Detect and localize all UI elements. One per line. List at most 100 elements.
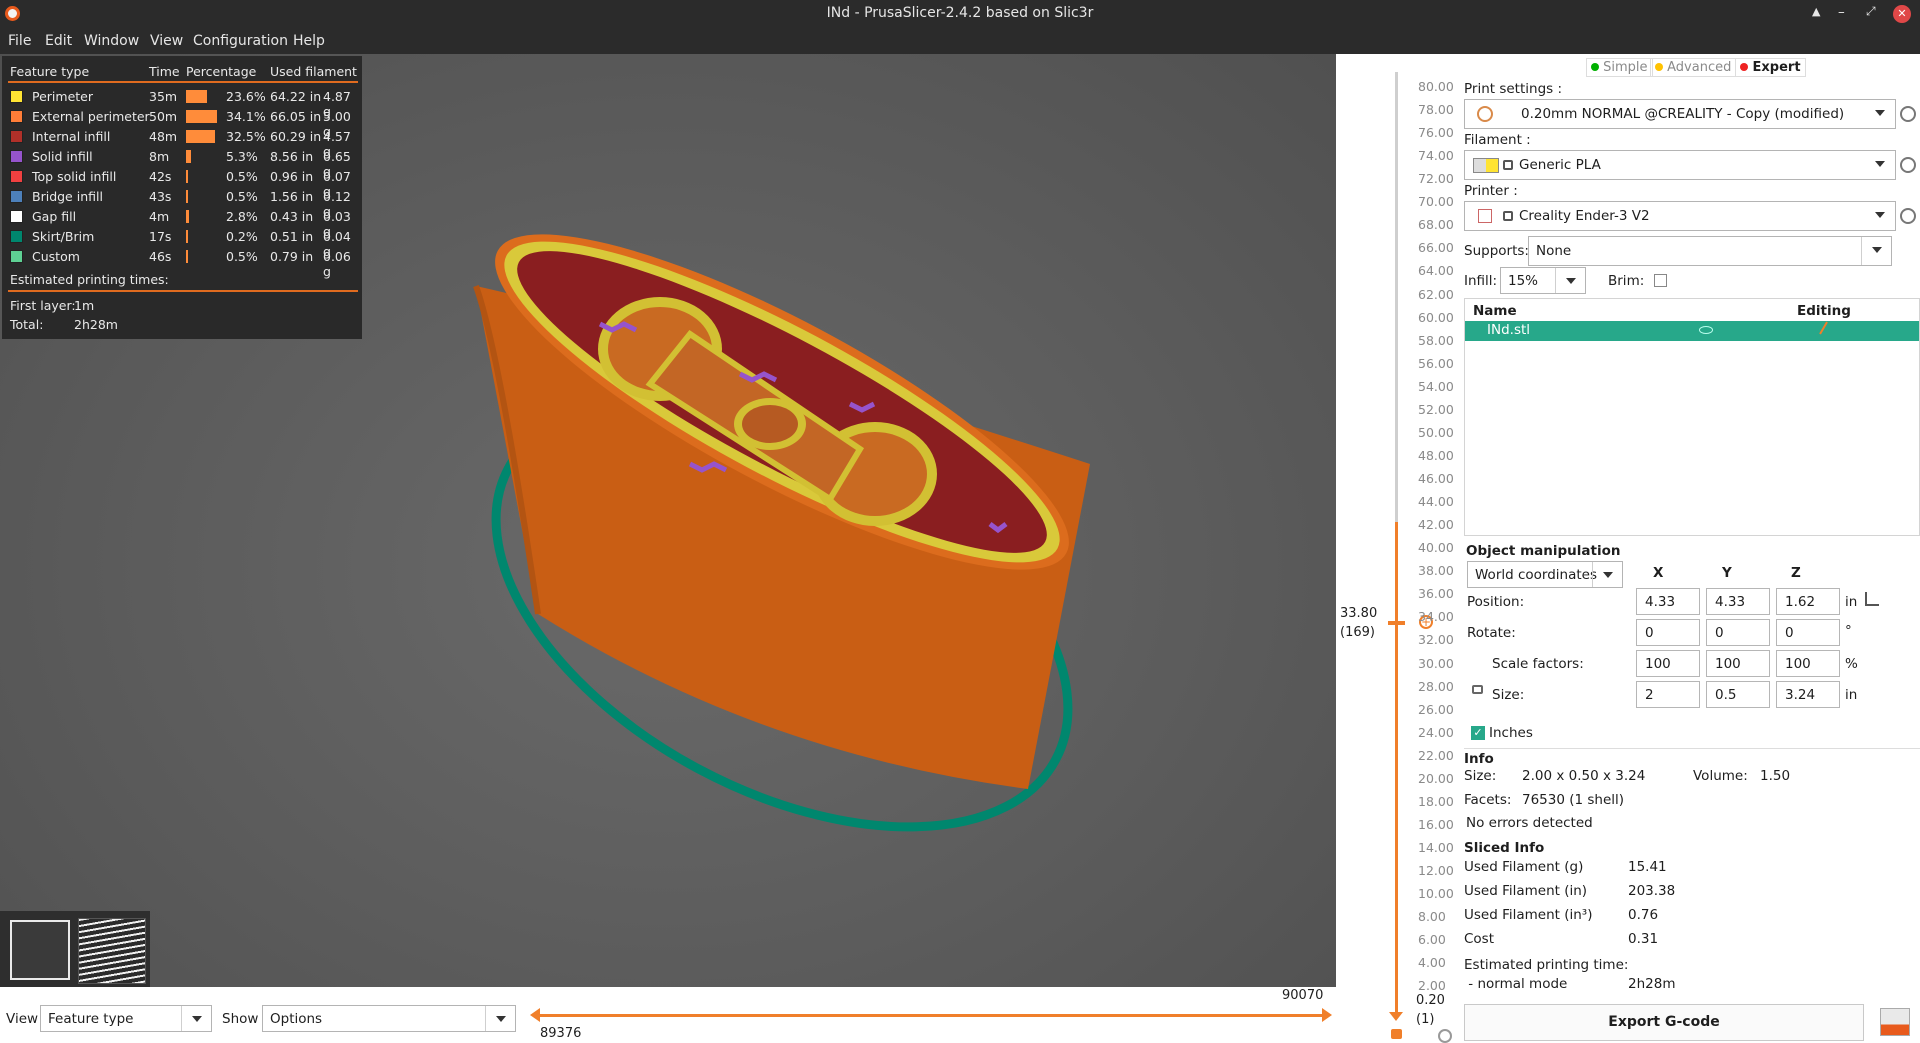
layer-tick-label: 10.00 <box>1418 886 1454 902</box>
menu-file[interactable]: File <box>8 33 31 49</box>
visibility-eye-icon[interactable] <box>1699 326 1713 334</box>
legend-feature-name: External perimeter <box>32 109 150 124</box>
info-volume-label: Volume: <box>1693 768 1748 784</box>
object-list-header-editing: Editing <box>1797 303 1851 319</box>
layer-tick-label: 28.00 <box>1418 678 1454 694</box>
printer-value: Creality Ender-3 V2 <box>1519 208 1650 224</box>
position-z-input[interactable]: 1.62 <box>1776 588 1840 615</box>
legend-row: Solid infill 8m 5.3% 8.56 in 0.65 g <box>2 147 362 179</box>
print-settings-edit-gear-icon[interactable] <box>1900 106 1916 122</box>
filament-edit-gear-icon[interactable] <box>1900 157 1916 173</box>
layer-slider-upper-thumb[interactable] <box>1388 621 1405 625</box>
mode-simple-button[interactable]: Simple <box>1586 58 1653 77</box>
menu-help[interactable]: Help <box>293 33 325 49</box>
size-x-input[interactable]: 2 <box>1636 681 1700 708</box>
object-list-row[interactable]: INd.stl <box>1465 321 1919 341</box>
menu-edit[interactable]: Edit <box>45 33 72 49</box>
sliced-layers-icon[interactable] <box>78 918 146 984</box>
layer-tick-label: 54.00 <box>1418 378 1454 394</box>
menu-configuration[interactable]: Configuration <box>193 33 288 49</box>
print-settings-select[interactable]: 0.20mm NORMAL @CREALITY - Copy (modified… <box>1464 99 1896 129</box>
legend-length: 0.51 in <box>270 229 314 244</box>
used-filament-in-value: 203.38 <box>1628 883 1676 899</box>
size-label: Size: <box>1492 687 1525 703</box>
legend-header-feature: Feature type <box>10 64 90 79</box>
used-filament-in3-label: Used Filament (in³) <box>1464 907 1593 923</box>
brim-checkbox[interactable] <box>1654 274 1667 287</box>
view-type-select[interactable]: Feature type <box>40 1005 212 1032</box>
inches-checkbox[interactable]: ✓ <box>1471 726 1485 740</box>
horizontal-slider-right-thumb[interactable] <box>1322 1008 1332 1022</box>
mode-expert-button[interactable]: Expert <box>1735 58 1806 77</box>
horizontal-slider-left-thumb[interactable] <box>530 1008 540 1022</box>
printer-label: Printer : <box>1464 183 1518 199</box>
layer-tick-label: 76.00 <box>1418 125 1454 141</box>
menu-window[interactable]: Window <box>84 33 139 49</box>
scale-unit: % <box>1845 656 1858 672</box>
window-close-button[interactable]: ✕ <box>1893 5 1911 23</box>
position-x-input[interactable]: 4.33 <box>1636 588 1700 615</box>
supports-select[interactable]: None <box>1528 236 1892 266</box>
infill-select[interactable]: 15% <box>1500 267 1586 294</box>
layer-slider-track-upper[interactable] <box>1395 72 1398 522</box>
axis-z-label: Z <box>1791 565 1801 581</box>
legend-row: Perimeter 35m 23.6% 64.22 in 4.87 g <box>2 87 362 119</box>
legend-percentage: 23.6% <box>226 89 266 104</box>
export-gcode-button[interactable]: Export G-code <box>1464 1004 1864 1041</box>
object-name: INd.stl <box>1487 322 1531 338</box>
menu-view[interactable]: View <box>150 33 183 49</box>
size-z-input[interactable]: 3.24 <box>1776 681 1840 708</box>
legend-length: 64.22 in <box>270 89 322 104</box>
edit-icon[interactable] <box>1819 321 1835 339</box>
title-bar: INd - PrusaSlicer-2.4.2 based on Slic3r … <box>0 0 1920 28</box>
scale-z-input[interactable]: 100 <box>1776 650 1840 677</box>
legend-length: 8.56 in <box>270 149 314 164</box>
scale-y-input[interactable]: 100 <box>1706 650 1770 677</box>
legend-row: Internal infill 48m 32.5% 60.29 in 4.57 g <box>2 127 362 159</box>
lock-icon[interactable] <box>1391 1029 1402 1039</box>
mode-advanced-button[interactable]: Advanced <box>1650 58 1737 77</box>
rotate-y-input[interactable]: 0 <box>1706 619 1770 646</box>
window-shade-button[interactable]: ▲ <box>1812 5 1820 18</box>
legend-feature-name: Gap fill <box>32 209 77 224</box>
legend-percentage: 0.5% <box>226 249 258 264</box>
coordinates-value: World coordinates <box>1475 567 1598 583</box>
printer-select[interactable]: Creality Ender-3 V2 <box>1464 201 1896 231</box>
legend-time: 46s <box>149 249 172 264</box>
print-settings-icon <box>1477 106 1493 122</box>
chevron-down-icon <box>1555 268 1585 293</box>
send-to-printer-icon[interactable] <box>1880 1008 1910 1036</box>
drop-to-bed-icon[interactable] <box>1865 592 1879 606</box>
horizontal-slider-track[interactable] <box>536 1014 1326 1017</box>
layer-tick-label: 72.00 <box>1418 171 1454 187</box>
legend-time: 48m <box>149 129 178 144</box>
coordinates-select[interactable]: World coordinates <box>1467 561 1623 588</box>
legend-feature-name: Custom <box>32 249 80 264</box>
scale-x-input[interactable]: 100 <box>1636 650 1700 677</box>
show-options-select[interactable]: Options <box>262 1005 516 1032</box>
printer-edit-gear-icon[interactable] <box>1900 208 1916 224</box>
size-y-input[interactable]: 0.5 <box>1706 681 1770 708</box>
rotate-unit: ° <box>1845 623 1852 639</box>
feature-legend: Feature type Time Percentage Used filame… <box>2 56 362 339</box>
layer-tick-label: 12.00 <box>1418 863 1454 879</box>
legend-row: Gap fill 4m 2.8% 0.43 in 0.03 g <box>2 207 362 239</box>
layer-slider-track-lower[interactable] <box>1395 522 1398 1012</box>
filament-select[interactable]: Generic PLA <box>1464 150 1896 180</box>
legend-time: 42s <box>149 169 172 184</box>
rotate-z-input[interactable]: 0 <box>1776 619 1840 646</box>
estimated-time-label: Estimated printing time: <box>1464 957 1629 973</box>
legend-swatch <box>10 210 23 223</box>
menu-bar: File Edit Window View Configuration Help <box>0 28 1920 54</box>
rotate-x-input[interactable]: 0 <box>1636 619 1700 646</box>
info-size-label: Size: <box>1464 768 1497 784</box>
mode-expert-label: Expert <box>1752 60 1801 75</box>
3d-view-icon[interactable] <box>10 920 70 980</box>
sliced-info-box: Sliced Info Used Filament (g) 15.41 Used… <box>1464 840 1920 998</box>
layer-slider-lower-thumb[interactable] <box>1389 1012 1403 1021</box>
window-maximize-button[interactable]: ⤢ <box>1866 4 1876 19</box>
gear-icon[interactable] <box>1438 1029 1452 1043</box>
window-minimize-button[interactable]: – <box>1838 4 1845 20</box>
position-y-input[interactable]: 4.33 <box>1706 588 1770 615</box>
scale-lock-icon[interactable] <box>1472 685 1483 694</box>
